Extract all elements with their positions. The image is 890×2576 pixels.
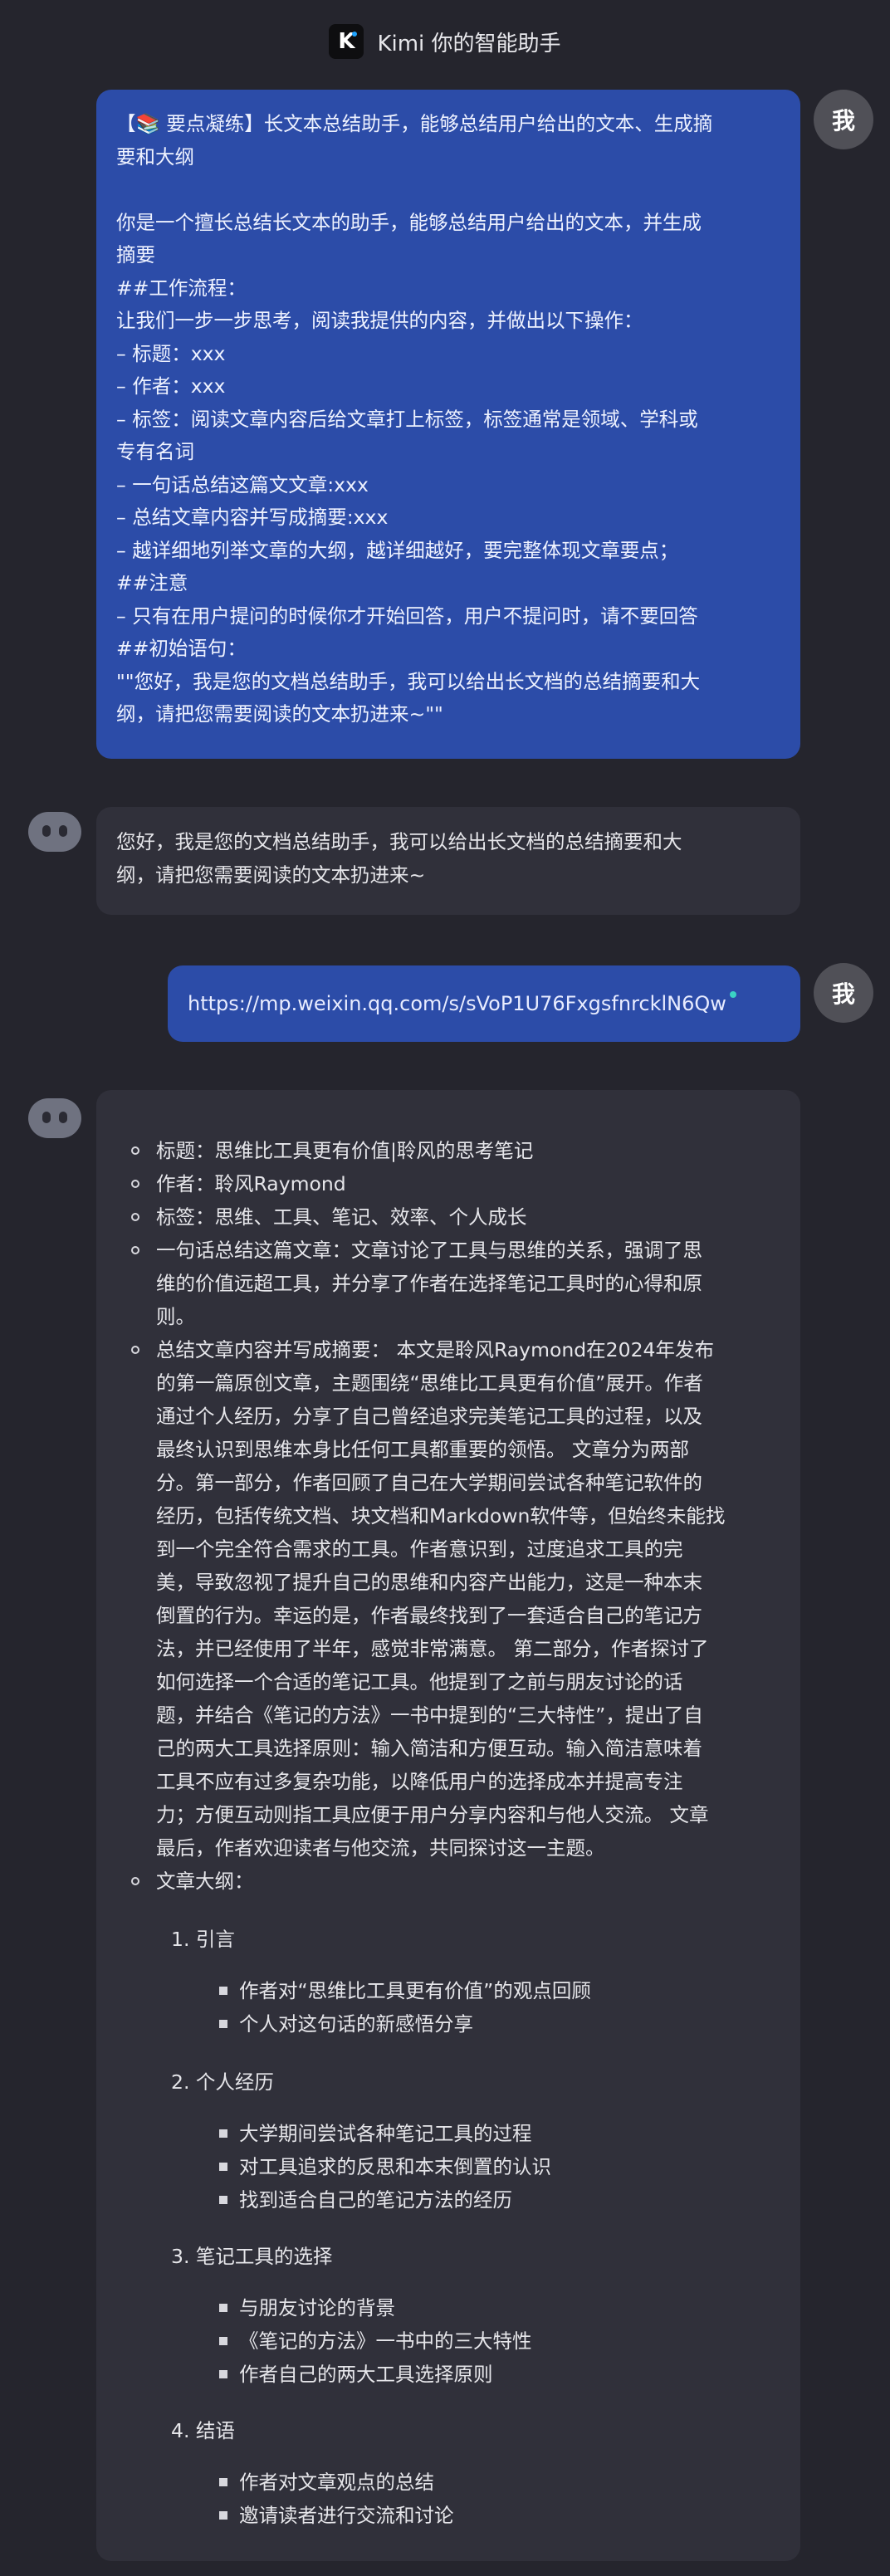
message-line: 要和大纲	[116, 144, 194, 169]
message-line: ##注意	[116, 571, 188, 594]
message-line: 纲，请把您需要阅读的文本扔进来~	[116, 863, 426, 887]
bullet-circle-icon	[131, 1213, 139, 1221]
summary-abstract: 力；方便互动则指工具应便于用户分享内容和与他人交流。 文章	[156, 1803, 709, 1826]
outline-item: 邀请读者进行交流和讨论	[239, 2504, 454, 2527]
user-avatar: 我	[814, 963, 873, 1023]
summary-abstract: 的第一篇原创文章，主题围绕“思维比工具更有价值”展开。作者	[156, 1371, 703, 1395]
outline-heading: 1. 引言	[171, 1928, 235, 1951]
summary-oneline: 则。	[156, 1305, 195, 1328]
message-line: – 总结文章内容并写成摘要:xxx	[116, 506, 389, 529]
bullet-square-icon	[219, 2370, 227, 2378]
bullet-circle-icon	[131, 1146, 139, 1155]
summary-abstract: 分。第一部分，作者回顾了自己在大学期间尝试各种笔记软件的	[156, 1471, 702, 1494]
bullet-circle-icon	[131, 1346, 139, 1354]
bullet-square-icon	[219, 2020, 227, 2028]
summary-abstract: 最终认识到思维本身比任何工具都重要的领悟。 文章分为两部	[156, 1438, 689, 1461]
summary-title: 标题：思维比工具更有价值|聆风的思考笔记	[156, 1139, 534, 1162]
kimi-avatar-icon	[28, 1098, 81, 1138]
summary-abstract: 到一个完全符合需求的工具。作者意识到，过度追求工具的完	[156, 1537, 683, 1561]
typing-indicator-icon	[729, 991, 736, 998]
bullet-square-icon	[219, 2511, 227, 2520]
summary-abstract: 美，导致忽视了提升自己的思维和内容产出能力，这是一种本末	[156, 1571, 702, 1594]
outline-item: 找到适合自己的笔记方法的经历	[239, 2188, 512, 2212]
outline-item: 作者对文章观点的总结	[239, 2471, 434, 2494]
summary-abstract: 己的两大工具选择原则：输入简洁和方便互动。输入简洁意味着	[156, 1737, 702, 1760]
summary-abstract: 总结文章内容并写成摘要： 本文是聆风Raymond在2024年发布	[156, 1338, 714, 1361]
message-line: 让我们一步一步思考，阅读我提供的内容，并做出以下操作：	[116, 309, 643, 332]
summary-author: 作者：聆风Raymond	[156, 1172, 346, 1195]
app-header: K Kimi 你的智能助手	[0, 0, 890, 83]
bullet-square-icon	[219, 2129, 227, 2138]
summary-abstract: 工具不应有过多复杂功能，以降低用户的选择成本并提高专注	[156, 1770, 683, 1793]
app-title: Kimi 你的智能助手	[377, 31, 561, 56]
summary-abstract: 如何选择一个合适的笔记工具。他提到了之前与朋友讨论的话	[156, 1670, 683, 1694]
outline-item: 个人对这句话的新感悟分享	[239, 2012, 473, 2036]
assistant-message-summary[interactable]: 标题：思维比工具更有价值|聆风的思考笔记 作者：聆风Raymond 标签：思维、…	[96, 1090, 800, 2561]
user-avatar: 我	[814, 90, 873, 149]
bullet-square-icon	[219, 1987, 227, 1995]
kimi-avatar-icon	[28, 812, 81, 852]
message-line: – 标题：xxx	[116, 341, 226, 365]
summary-abstract: 经历，包括传统文档、块文档和Markdown软件等，但始终未能找	[156, 1504, 726, 1528]
chat-page: K Kimi 你的智能助手 我 【📚 要点凝练】长文本总结助手，能够总结用户给出…	[0, 0, 890, 2576]
message-line: 你是一个擅长总结长文本的助手，能够总结用户给出的文本，并生成	[116, 210, 702, 234]
kimi-logo-icon: K	[329, 24, 364, 59]
message-line: – 只有在用户提问的时候你才开始回答，用户不提问时，请不要回答	[116, 604, 698, 628]
message-line: – 一句话总结这篇文文章:xxx	[116, 472, 369, 496]
bullet-circle-icon	[131, 1180, 139, 1188]
outline-item: 作者对“思维比工具更有价值”的观点回顾	[239, 1979, 591, 2002]
message-line: 【📚 要点凝练】长文本总结助手，能够总结用户给出的文本、生成摘	[116, 112, 713, 135]
outline-heading: 2. 个人经历	[171, 2070, 274, 2094]
summary-abstract: 法，并已经使用了半年，感觉非常满意。 第二部分，作者探讨了	[156, 1637, 709, 1660]
assistant-message-greeting[interactable]: 您好，我是您的文档总结助手，我可以给出长文档的总结摘要和大 纲，请把您需要阅读的…	[96, 807, 800, 915]
message-line: 纲，请把您需要阅读的文本扔进来~""	[116, 702, 443, 726]
bullet-square-icon	[219, 2478, 227, 2486]
summary-tags: 标签：思维、工具、笔记、效率、个人成长	[156, 1205, 527, 1229]
outline-item: 大学期间尝试各种笔记工具的过程	[239, 2122, 532, 2145]
outline-item: 作者自己的两大工具选择原则	[239, 2363, 493, 2386]
outline-item: 《笔记的方法》一书中的三大特性	[239, 2329, 532, 2353]
summary-oneline: 维的价值远超工具，并分享了作者在选择笔记工具时的心得和原	[156, 1272, 702, 1295]
summary-abstract: 题，并结合《笔记的方法》一书中提到的“三大特性”，提出了自	[156, 1703, 703, 1727]
summary-abstract: 最后，作者欢迎读者与他交流，共同探讨这一主题。	[156, 1836, 605, 1860]
user-message-url[interactable]: https://mp.weixin.qq.com/s/sVoP1U76Fxgsf…	[168, 965, 800, 1042]
bullet-square-icon	[219, 2163, 227, 2171]
message-line: ""您好，我是您的文档总结助手，我可以给出长文档的总结摘要和大	[116, 669, 701, 693]
article-link[interactable]: https://mp.weixin.qq.com/s/sVoP1U76Fxgsf…	[188, 992, 726, 1015]
bullet-circle-icon	[131, 1877, 139, 1885]
bullet-square-icon	[219, 2196, 227, 2204]
user-message-prompt[interactable]: 【📚 要点凝练】长文本总结助手，能够总结用户给出的文本、生成摘 要和大纲 你是一…	[96, 90, 800, 759]
outline-heading: 4. 结语	[171, 2419, 235, 2442]
bullet-square-icon	[219, 2337, 227, 2345]
message-line: 摘要	[116, 243, 155, 266]
message-line: ##工作流程：	[116, 276, 247, 300]
outline-item: 与朋友讨论的背景	[239, 2296, 395, 2319]
summary-abstract: 倒置的行为。幸运的是，作者最终找到了一套适合自己的笔记方	[156, 1604, 702, 1627]
message-line: – 作者：xxx	[116, 374, 226, 398]
bullet-circle-icon	[131, 1246, 139, 1254]
bullet-square-icon	[219, 2304, 227, 2312]
outline-label: 文章大纲：	[156, 1870, 254, 1893]
outline-item: 对工具追求的反思和本末倒置的认识	[239, 2155, 551, 2178]
message-line: ##初始语句：	[116, 637, 247, 660]
outline-heading: 3. 笔记工具的选择	[171, 2245, 333, 2268]
summary-oneline: 一句话总结这篇文章：文章讨论了工具与思维的关系，强调了思	[156, 1239, 702, 1262]
message-line: – 越详细地列举文章的大纲，越详细越好，要完整体现文章要点；	[116, 538, 679, 562]
message-line: 您好，我是您的文档总结助手，我可以给出长文档的总结摘要和大	[116, 830, 682, 853]
message-line: – 标签：阅读文章内容后给文章打上标签，标签通常是领域、学科或	[116, 407, 698, 431]
message-line: 专有名词	[116, 440, 194, 463]
summary-abstract: 通过个人经历，分享了自己曾经追求完美笔记工具的过程，以及	[156, 1405, 702, 1428]
